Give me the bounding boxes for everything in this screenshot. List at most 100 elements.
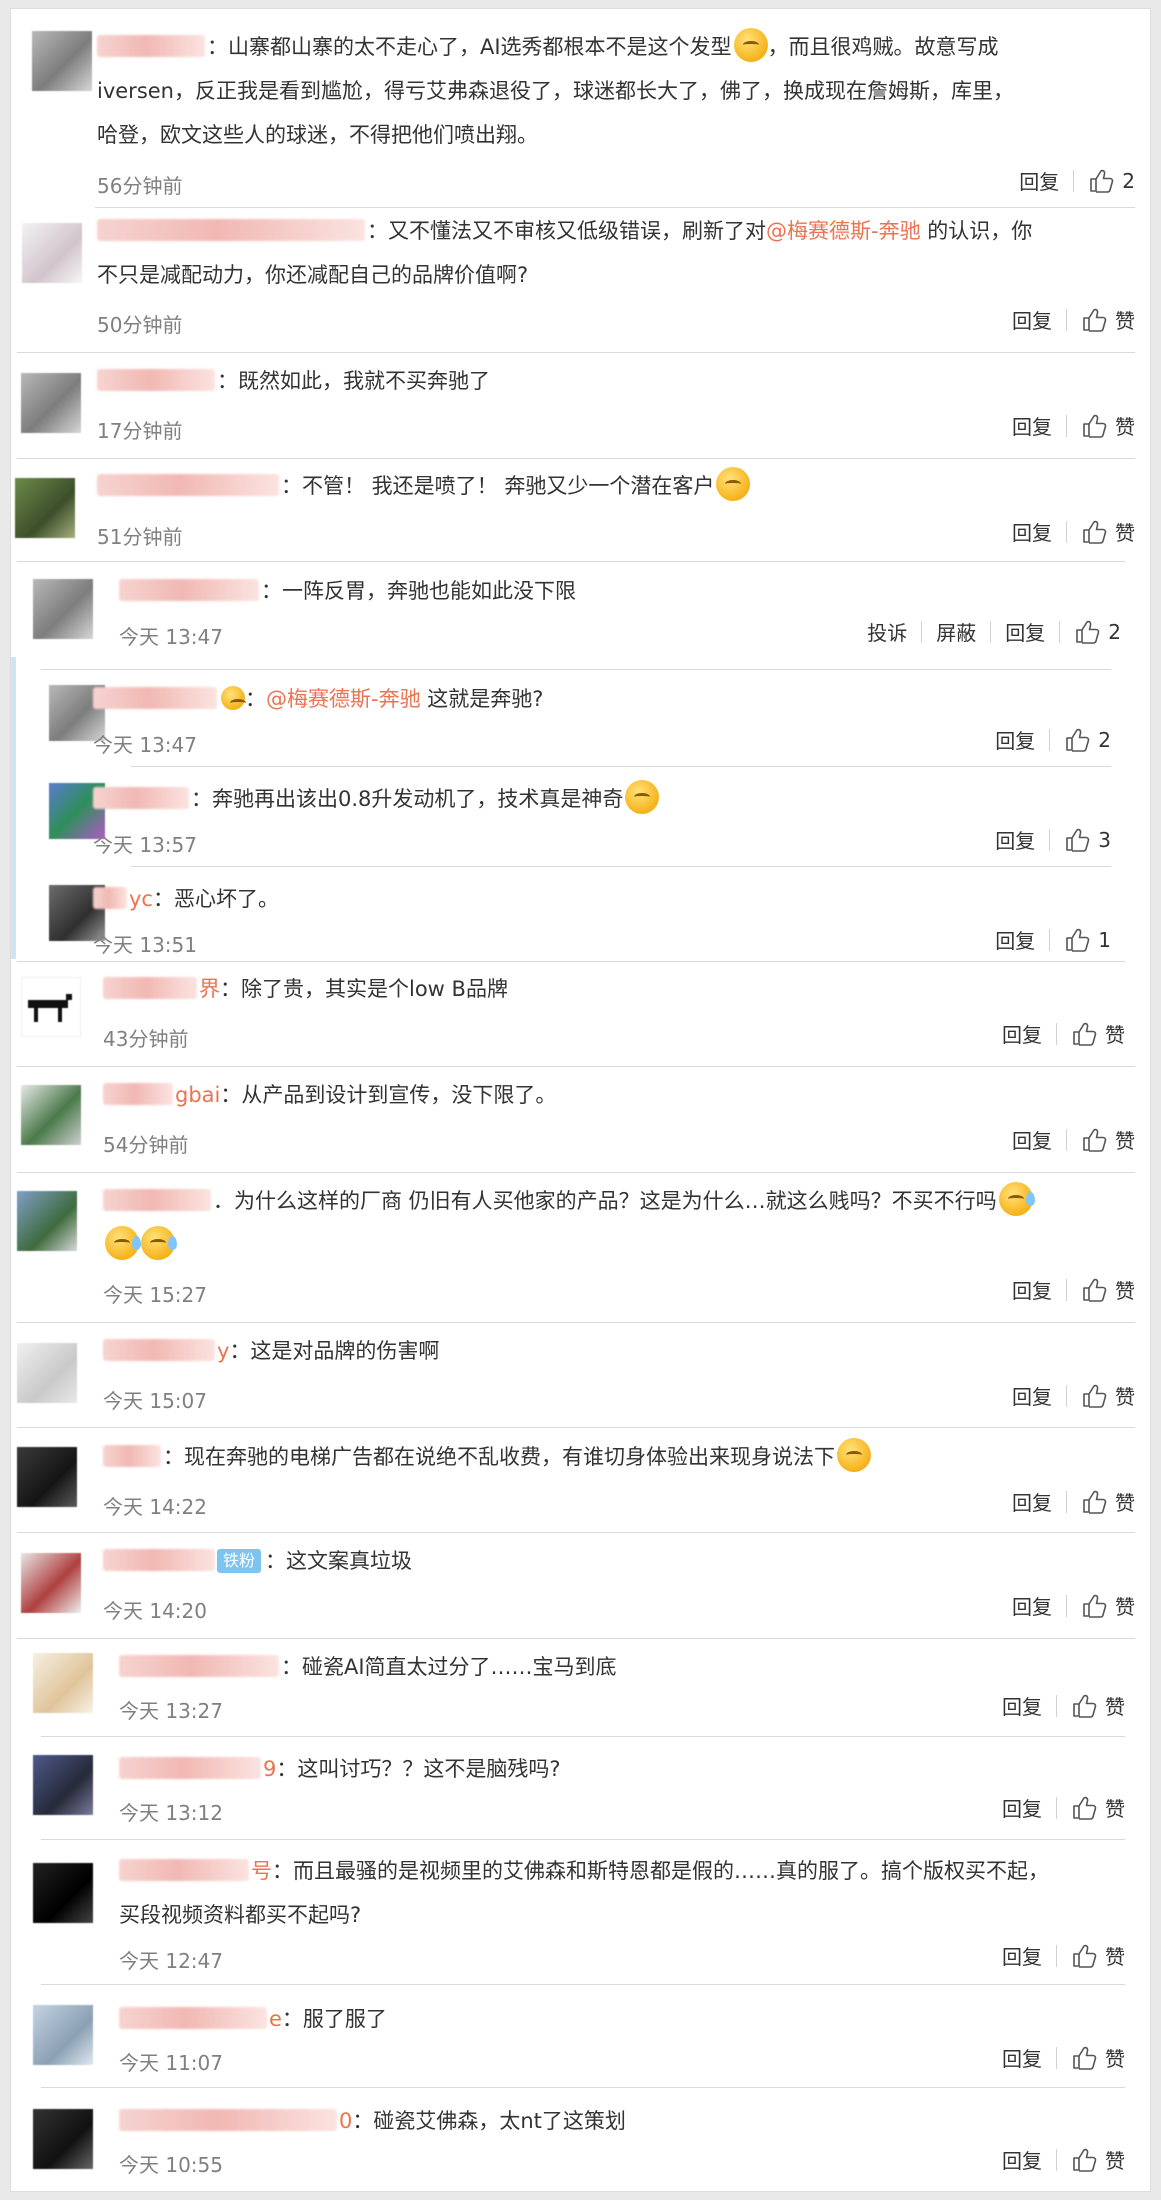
block-button[interactable]: 屏蔽 xyxy=(936,617,976,646)
reply-button[interactable]: 回复 xyxy=(1012,1125,1052,1154)
avatar[interactable] xyxy=(33,579,93,639)
username[interactable] xyxy=(119,2109,337,2131)
avatar[interactable] xyxy=(33,1653,93,1713)
reply-button[interactable]: 回复 xyxy=(995,725,1035,754)
thumbs-up-icon[interactable] xyxy=(1081,1593,1107,1619)
avatar[interactable] xyxy=(21,1553,81,1613)
reply-button[interactable]: 回复 xyxy=(1012,1381,1052,1410)
thumbs-up-icon[interactable] xyxy=(1071,1943,1097,1969)
thumbs-up-icon[interactable] xyxy=(1081,1383,1107,1409)
reply-button[interactable]: 回复 xyxy=(1012,305,1052,334)
reply-button[interactable]: 回复 xyxy=(1012,1591,1052,1620)
like-button-label[interactable]: 赞 xyxy=(1105,1793,1125,1822)
thumbs-up-icon[interactable] xyxy=(1081,413,1107,439)
avatar[interactable] xyxy=(21,977,81,1037)
like-button-label[interactable]: 赞 xyxy=(1115,1275,1135,1304)
like-button-label[interactable]: 赞 xyxy=(1105,1691,1125,1720)
avatar[interactable] xyxy=(33,2109,93,2169)
username[interactable] xyxy=(103,1445,161,1467)
username-suffix[interactable]: 9 xyxy=(263,1757,276,1781)
reply-button[interactable]: 回复 xyxy=(1002,1019,1042,1048)
username[interactable] xyxy=(119,579,259,601)
reply-button[interactable]: 回复 xyxy=(995,925,1035,954)
avatar[interactable] xyxy=(17,1447,77,1507)
username[interactable] xyxy=(103,1189,211,1211)
like-count[interactable]: 3 xyxy=(1098,828,1111,852)
like-button-label[interactable]: 赞 xyxy=(1105,1941,1125,1970)
like-button-label[interactable]: 赞 xyxy=(1115,1381,1135,1410)
username-suffix[interactable]: gbai xyxy=(175,1083,220,1107)
username[interactable] xyxy=(93,787,189,809)
like-button-label[interactable]: 赞 xyxy=(1115,305,1135,334)
like-button-label[interactable]: 赞 xyxy=(1115,1125,1135,1154)
username-suffix[interactable]: 0 xyxy=(339,2109,352,2133)
thumbs-up-icon[interactable] xyxy=(1081,519,1107,545)
avatar[interactable] xyxy=(21,1085,81,1145)
avatar[interactable] xyxy=(17,1343,77,1403)
avatar[interactable] xyxy=(17,1191,77,1251)
reply-button[interactable]: 回复 xyxy=(1002,2145,1042,2174)
reply-button[interactable]: 回复 xyxy=(1012,1487,1052,1516)
reply-button[interactable]: 回复 xyxy=(1012,1275,1052,1304)
thumbs-up-icon[interactable] xyxy=(1071,2045,1097,2071)
thumbs-up-icon[interactable] xyxy=(1081,1489,1107,1515)
thumbs-up-icon[interactable] xyxy=(1071,1021,1097,1047)
thumbs-up-icon[interactable] xyxy=(1064,727,1090,753)
avatar[interactable] xyxy=(33,1755,93,1815)
username[interactable] xyxy=(97,369,215,391)
reply-button[interactable]: 回复 xyxy=(1019,166,1059,195)
avatar[interactable] xyxy=(33,2005,93,2065)
report-button[interactable]: 投诉 xyxy=(867,617,907,646)
username[interactable] xyxy=(119,1859,249,1881)
username[interactable] xyxy=(97,219,365,241)
thumbs-up-icon[interactable] xyxy=(1071,2147,1097,2173)
username[interactable] xyxy=(103,1339,215,1361)
like-button-label[interactable]: 赞 xyxy=(1115,411,1135,440)
like-button-label[interactable]: 赞 xyxy=(1115,1487,1135,1516)
like-count[interactable]: 2 xyxy=(1122,169,1135,193)
like-count[interactable]: 1 xyxy=(1098,928,1111,952)
like-button-label[interactable]: 赞 xyxy=(1105,2145,1125,2174)
reply-button[interactable]: 回复 xyxy=(1012,411,1052,440)
avatar[interactable] xyxy=(15,478,75,538)
avatar[interactable] xyxy=(22,223,82,283)
thumbs-up-icon[interactable] xyxy=(1081,1127,1107,1153)
reply-button[interactable]: 回复 xyxy=(1005,617,1045,646)
mention-link[interactable]: @梅赛德斯-奔驰 xyxy=(766,219,921,243)
reply-button[interactable]: 回复 xyxy=(1002,1941,1042,1970)
like-count[interactable]: 2 xyxy=(1098,728,1111,752)
thumbs-up-icon[interactable] xyxy=(1064,827,1090,853)
mention-link[interactable]: @梅赛德斯-奔驰 xyxy=(266,687,421,711)
username-suffix[interactable]: e xyxy=(269,2007,282,2031)
username[interactable] xyxy=(93,687,217,709)
username[interactable] xyxy=(119,1655,279,1677)
like-button-label[interactable]: 赞 xyxy=(1115,517,1135,546)
reply-button[interactable]: 回复 xyxy=(1002,1691,1042,1720)
thumbs-up-icon[interactable] xyxy=(1081,307,1107,333)
username[interactable] xyxy=(119,2007,267,2029)
username[interactable] xyxy=(103,977,197,999)
username-suffix[interactable]: yc xyxy=(129,887,153,911)
thumbs-up-icon[interactable] xyxy=(1071,1693,1097,1719)
avatar[interactable] xyxy=(21,373,81,433)
like-button-label[interactable]: 赞 xyxy=(1105,1019,1125,1048)
thumbs-up-icon[interactable] xyxy=(1081,1277,1107,1303)
avatar[interactable] xyxy=(33,1863,93,1923)
username[interactable] xyxy=(119,1757,261,1779)
thumbs-up-icon[interactable] xyxy=(1088,168,1114,194)
avatar[interactable] xyxy=(32,31,92,91)
username-suffix[interactable]: 号 xyxy=(251,1859,272,1883)
username[interactable] xyxy=(97,474,279,496)
fan-badge[interactable]: 铁粉 xyxy=(217,1549,262,1573)
like-count[interactable]: 2 xyxy=(1108,620,1121,644)
like-button-label[interactable]: 赞 xyxy=(1115,1591,1135,1620)
thumbs-up-icon[interactable] xyxy=(1071,1795,1097,1821)
thumbs-up-icon[interactable] xyxy=(1064,927,1090,953)
username[interactable] xyxy=(103,1083,173,1105)
username[interactable] xyxy=(103,1549,215,1571)
thumbs-up-icon[interactable] xyxy=(1074,619,1100,645)
username[interactable] xyxy=(97,35,205,57)
reply-button[interactable]: 回复 xyxy=(1002,1793,1042,1822)
username-suffix[interactable]: y xyxy=(217,1339,229,1363)
reply-button[interactable]: 回复 xyxy=(1002,2043,1042,2072)
